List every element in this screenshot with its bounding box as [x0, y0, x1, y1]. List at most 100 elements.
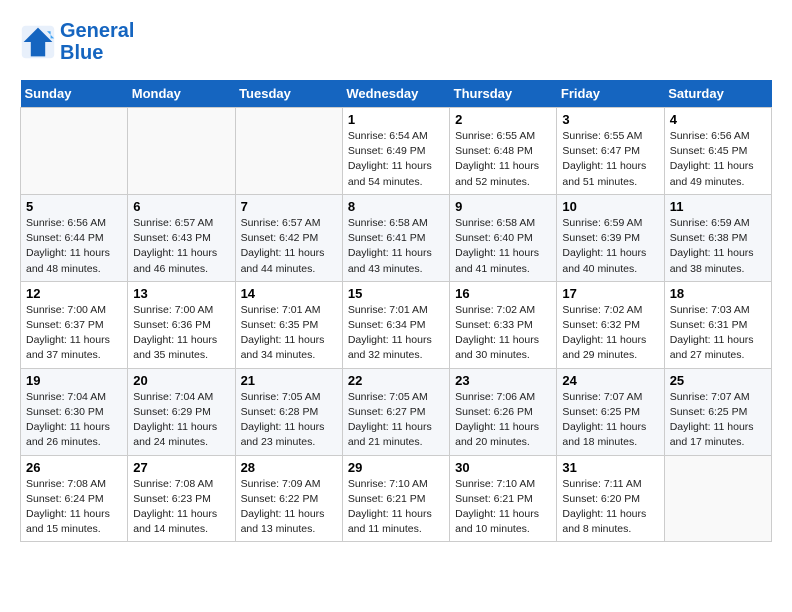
day-info: Sunrise: 6:56 AMSunset: 6:44 PMDaylight:…: [26, 216, 122, 277]
day-number: 12: [26, 286, 122, 301]
day-number: 5: [26, 199, 122, 214]
day-info: Sunrise: 7:01 AMSunset: 6:35 PMDaylight:…: [241, 303, 337, 364]
calendar-cell: 15Sunrise: 7:01 AMSunset: 6:34 PMDayligh…: [342, 281, 449, 368]
day-number: 16: [455, 286, 551, 301]
calendar-week-row: 5 Sunrise: 6:56 AMSunset: 6:44 PMDaylight…: [21, 194, 772, 281]
day-number: 21: [241, 373, 337, 388]
day-info: Sunrise: 7:00 AMSunset: 6:36 PMDaylight:…: [133, 303, 229, 364]
day-number: 20: [133, 373, 229, 388]
day-info: Sunrise: 7:08 AMSunset: 6:24 PMDaylight:…: [26, 477, 122, 538]
day-info: Sunrise: 7:05 AMSunset: 6:28 PMDaylight:…: [241, 390, 337, 451]
calendar-cell: 22Sunrise: 7:05 AMSunset: 6:27 PMDayligh…: [342, 368, 449, 455]
col-header-friday: Friday: [557, 80, 664, 108]
day-number: 19: [26, 373, 122, 388]
calendar-cell: 4 Sunrise: 6:56 AMSunset: 6:45 PMDaylight…: [664, 108, 771, 195]
calendar-cell: 16 Sunrise: 7:02 AMSunset: 6:33 PMDayligh…: [450, 281, 557, 368]
day-number: 3: [562, 112, 658, 127]
day-number: 23: [455, 373, 551, 388]
logo-text: General Blue: [60, 20, 134, 64]
calendar-cell: 5 Sunrise: 6:56 AMSunset: 6:44 PMDaylight…: [21, 194, 128, 281]
calendar-cell: 31 Sunrise: 7:11 AMSunset: 6:20 PMDayligh…: [557, 455, 664, 542]
day-number: 30: [455, 460, 551, 475]
day-info: Sunrise: 6:56 AMSunset: 6:45 PMDaylight:…: [670, 129, 766, 190]
calendar-cell: 10 Sunrise: 6:59 AMSunset: 6:39 PMDayligh…: [557, 194, 664, 281]
calendar-cell: 30 Sunrise: 7:10 AMSunset: 6:21 PMDayligh…: [450, 455, 557, 542]
day-info: Sunrise: 7:08 AMSunset: 6:23 PMDaylight:…: [133, 477, 229, 538]
calendar-cell: 9 Sunrise: 6:58 AMSunset: 6:40 PMDaylight…: [450, 194, 557, 281]
col-header-saturday: Saturday: [664, 80, 771, 108]
day-number: 18: [670, 286, 766, 301]
day-info: Sunrise: 7:04 AMSunset: 6:29 PMDaylight:…: [133, 390, 229, 451]
day-info: Sunrise: 7:02 AMSunset: 6:32 PMDaylight:…: [562, 303, 658, 364]
calendar-cell: 28 Sunrise: 7:09 AMSunset: 6:22 PMDayligh…: [235, 455, 342, 542]
logo: General Blue: [20, 20, 134, 64]
calendar-cell: 17 Sunrise: 7:02 AMSunset: 6:32 PMDayligh…: [557, 281, 664, 368]
calendar-cell: 12 Sunrise: 7:00 AMSunset: 6:37 PMDayligh…: [21, 281, 128, 368]
day-info: Sunrise: 7:10 AMSunset: 6:21 PMDaylight:…: [348, 477, 444, 538]
calendar-header-row: SundayMondayTuesdayWednesdayThursdayFrid…: [21, 80, 772, 108]
day-info: Sunrise: 7:11 AMSunset: 6:20 PMDaylight:…: [562, 477, 658, 538]
day-number: 11: [670, 199, 766, 214]
calendar-cell: 1Sunrise: 6:54 AMSunset: 6:49 PMDaylight…: [342, 108, 449, 195]
col-header-thursday: Thursday: [450, 80, 557, 108]
day-number: 14: [241, 286, 337, 301]
day-info: Sunrise: 6:57 AMSunset: 6:42 PMDaylight:…: [241, 216, 337, 277]
day-number: 2: [455, 112, 551, 127]
col-header-tuesday: Tuesday: [235, 80, 342, 108]
calendar-cell: [128, 108, 235, 195]
day-info: Sunrise: 6:58 AMSunset: 6:40 PMDaylight:…: [455, 216, 551, 277]
calendar-cell: 20 Sunrise: 7:04 AMSunset: 6:29 PMDayligh…: [128, 368, 235, 455]
day-info: Sunrise: 6:55 AMSunset: 6:48 PMDaylight:…: [455, 129, 551, 190]
day-number: 25: [670, 373, 766, 388]
day-info: Sunrise: 6:55 AMSunset: 6:47 PMDaylight:…: [562, 129, 658, 190]
calendar-cell: 29 Sunrise: 7:10 AMSunset: 6:21 PMDayligh…: [342, 455, 449, 542]
day-info: Sunrise: 7:03 AMSunset: 6:31 PMDaylight:…: [670, 303, 766, 364]
day-info: Sunrise: 6:59 AMSunset: 6:39 PMDaylight:…: [562, 216, 658, 277]
page-header: General Blue: [20, 20, 772, 64]
calendar-cell: 19Sunrise: 7:04 AMSunset: 6:30 PMDayligh…: [21, 368, 128, 455]
calendar-week-row: 19Sunrise: 7:04 AMSunset: 6:30 PMDayligh…: [21, 368, 772, 455]
day-number: 9: [455, 199, 551, 214]
day-info: Sunrise: 6:59 AMSunset: 6:38 PMDaylight:…: [670, 216, 766, 277]
day-number: 8: [348, 199, 444, 214]
calendar-cell: [21, 108, 128, 195]
day-number: 29: [348, 460, 444, 475]
col-header-wednesday: Wednesday: [342, 80, 449, 108]
calendar-cell: 3 Sunrise: 6:55 AMSunset: 6:47 PMDaylight…: [557, 108, 664, 195]
day-info: Sunrise: 7:02 AMSunset: 6:33 PMDaylight:…: [455, 303, 551, 364]
calendar-cell: 18 Sunrise: 7:03 AMSunset: 6:31 PMDayligh…: [664, 281, 771, 368]
calendar-cell: 11 Sunrise: 6:59 AMSunset: 6:38 PMDayligh…: [664, 194, 771, 281]
day-info: Sunrise: 6:54 AMSunset: 6:49 PMDaylight:…: [348, 129, 444, 190]
calendar-cell: [235, 108, 342, 195]
calendar-cell: 8 Sunrise: 6:58 AMSunset: 6:41 PMDaylight…: [342, 194, 449, 281]
calendar-cell: 23 Sunrise: 7:06 AMSunset: 6:26 PMDayligh…: [450, 368, 557, 455]
calendar-cell: 2 Sunrise: 6:55 AMSunset: 6:48 PMDaylight…: [450, 108, 557, 195]
day-info: Sunrise: 7:06 AMSunset: 6:26 PMDaylight:…: [455, 390, 551, 451]
day-info: Sunrise: 7:10 AMSunset: 6:21 PMDaylight:…: [455, 477, 551, 538]
day-number: 10: [562, 199, 658, 214]
calendar-cell: 21 Sunrise: 7:05 AMSunset: 6:28 PMDayligh…: [235, 368, 342, 455]
day-number: 17: [562, 286, 658, 301]
calendar-cell: 13Sunrise: 7:00 AMSunset: 6:36 PMDayligh…: [128, 281, 235, 368]
calendar-cell: 14 Sunrise: 7:01 AMSunset: 6:35 PMDayligh…: [235, 281, 342, 368]
col-header-monday: Monday: [128, 80, 235, 108]
calendar-cell: [664, 455, 771, 542]
calendar-cell: 25Sunrise: 7:07 AMSunset: 6:25 PMDayligh…: [664, 368, 771, 455]
calendar-cell: 6Sunrise: 6:57 AMSunset: 6:43 PMDaylight…: [128, 194, 235, 281]
day-number: 31: [562, 460, 658, 475]
day-info: Sunrise: 7:05 AMSunset: 6:27 PMDaylight:…: [348, 390, 444, 451]
day-info: Sunrise: 7:07 AMSunset: 6:25 PMDaylight:…: [562, 390, 658, 451]
calendar-week-row: 12 Sunrise: 7:00 AMSunset: 6:37 PMDayligh…: [21, 281, 772, 368]
day-number: 7: [241, 199, 337, 214]
day-number: 15: [348, 286, 444, 301]
day-number: 27: [133, 460, 229, 475]
day-number: 28: [241, 460, 337, 475]
calendar-week-row: 1Sunrise: 6:54 AMSunset: 6:49 PMDaylight…: [21, 108, 772, 195]
day-number: 4: [670, 112, 766, 127]
calendar-cell: 27 Sunrise: 7:08 AMSunset: 6:23 PMDayligh…: [128, 455, 235, 542]
col-header-sunday: Sunday: [21, 80, 128, 108]
day-info: Sunrise: 6:58 AMSunset: 6:41 PMDaylight:…: [348, 216, 444, 277]
day-info: Sunrise: 7:00 AMSunset: 6:37 PMDaylight:…: [26, 303, 122, 364]
day-info: Sunrise: 7:09 AMSunset: 6:22 PMDaylight:…: [241, 477, 337, 538]
calendar-week-row: 26Sunrise: 7:08 AMSunset: 6:24 PMDayligh…: [21, 455, 772, 542]
